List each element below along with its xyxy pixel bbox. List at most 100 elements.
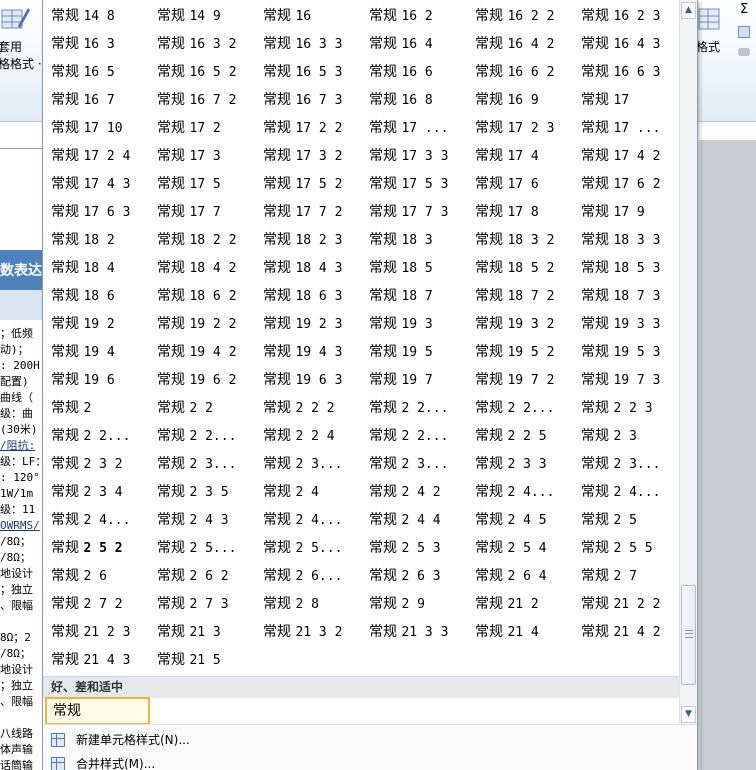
sheet-cell-line[interactable]: 曲线（ xyxy=(0,390,33,406)
style-tile[interactable]: 常规 2 2 4 xyxy=(255,422,361,450)
style-tile[interactable]: 常规 17 2 3 xyxy=(467,114,573,142)
style-tile[interactable]: 常规 17 3 3 xyxy=(361,142,467,170)
sheet-cell-line[interactable]: /阻抗: xyxy=(0,438,35,454)
sheet-cell-line[interactable]: 地设计 xyxy=(0,662,33,678)
style-tile[interactable]: 常规 18 7 3 xyxy=(573,282,679,310)
style-tile[interactable]: 常规 2 xyxy=(43,394,149,422)
style-tile[interactable]: 常规 17 10 xyxy=(43,114,149,142)
style-tile[interactable]: 常规 18 4 xyxy=(43,254,149,282)
style-tile[interactable]: 常规 16 7 2 xyxy=(149,86,255,114)
style-tile[interactable]: 常规 21 5 xyxy=(149,646,255,674)
style-tile[interactable]: 常规 17 4 2 xyxy=(573,142,679,170)
style-tile[interactable]: 常规 17 3 xyxy=(149,142,255,170)
style-tile[interactable]: 常规 16 4 3 xyxy=(573,30,679,58)
style-tile[interactable]: 常规 2 4 3 xyxy=(149,506,255,534)
style-tile[interactable]: 常规 2 2... xyxy=(467,394,573,422)
style-tile[interactable]: 常规 19 3 2 xyxy=(467,310,573,338)
clear-icon[interactable] xyxy=(738,48,750,56)
format-label[interactable]: 格式 xyxy=(696,38,720,55)
style-tile[interactable]: 常规 18 6 2 xyxy=(149,282,255,310)
style-tile[interactable]: 常规 2 4 4 xyxy=(361,506,467,534)
style-tile[interactable]: 常规 17 5 xyxy=(149,170,255,198)
sheet-cell-line[interactable]: : 200H xyxy=(0,358,40,374)
style-tile[interactable]: 常规 2 2... xyxy=(361,422,467,450)
style-tile[interactable]: 常规 16 2 3 xyxy=(573,2,679,30)
style-tile[interactable]: 常规 2 2... xyxy=(361,394,467,422)
style-tile[interactable]: 常规 2 5... xyxy=(149,534,255,562)
style-tile[interactable]: 常规 2 6 2 xyxy=(149,562,255,590)
style-tile[interactable]: 常规 19 7 xyxy=(361,366,467,394)
style-tile[interactable]: 常规 21 4 3 xyxy=(43,646,149,674)
style-tile[interactable]: 常规 2 3... xyxy=(573,450,679,478)
style-tile[interactable]: 常规 18 2 3 xyxy=(255,226,361,254)
sheet-cell-line[interactable]: /8Ω； xyxy=(0,550,31,566)
style-tile[interactable]: 常规 16 xyxy=(255,2,361,30)
style-tile[interactable]: 常规 19 7 3 xyxy=(573,366,679,394)
style-tile[interactable]: 常规 16 7 3 xyxy=(255,86,361,114)
style-tile[interactable]: 常规 2 6 xyxy=(43,562,149,590)
style-tile[interactable]: 常规 17 4 3 xyxy=(43,170,149,198)
style-tile[interactable]: 常规 16 4 2 xyxy=(467,30,573,58)
style-tile[interactable]: 常规 2 4... xyxy=(43,506,149,534)
style-tile[interactable]: 常规 21 4 xyxy=(467,618,573,646)
style-tile[interactable]: 常规 17 2 2 xyxy=(255,114,361,142)
style-tile[interactable]: 常规 21 4 2 xyxy=(573,618,679,646)
style-tile[interactable]: 常规 2 7 xyxy=(573,562,679,590)
style-tile[interactable]: 常规 2 5 4 xyxy=(467,534,573,562)
style-tile[interactable]: 常规 17 6 3 xyxy=(43,198,149,226)
style-tile[interactable]: 常规 2 3... xyxy=(255,450,361,478)
sheet-cell-line[interactable]: 动)； xyxy=(0,342,29,358)
style-tile[interactable]: 常规 17 6 2 xyxy=(573,170,679,198)
style-tile[interactable]: 常规 19 2 2 xyxy=(149,310,255,338)
style-tile[interactable]: 常规 18 4 3 xyxy=(255,254,361,282)
style-tile[interactable]: 常规 17 xyxy=(573,86,679,114)
style-tile[interactable]: 常规 2 6 3 xyxy=(361,562,467,590)
style-tile[interactable]: 常规 19 3 xyxy=(361,310,467,338)
format-as-table-label-1[interactable]: 套用 xyxy=(0,38,22,55)
gallery-scrollbar[interactable]: ▲ ▼ xyxy=(679,0,697,724)
style-tile[interactable]: 常规 16 6 xyxy=(361,58,467,86)
style-tile[interactable]: 常规 2 4 2 xyxy=(361,478,467,506)
style-tile[interactable]: 常规 16 5 xyxy=(43,58,149,86)
style-tile[interactable]: 常规 17 ... xyxy=(573,114,679,142)
sheet-cell-line[interactable]: 级：LF： xyxy=(0,454,46,470)
sheet-cell-line[interactable]: /8Ω； xyxy=(0,646,31,662)
style-tile[interactable]: 常规 2 4... xyxy=(573,478,679,506)
style-tile[interactable]: 常规 16 8 xyxy=(361,86,467,114)
style-tile[interactable]: 常规 14 9 xyxy=(149,2,255,30)
style-tile[interactable]: 常规 17 5 2 xyxy=(255,170,361,198)
style-tile[interactable]: 常规 2 6... xyxy=(255,562,361,590)
style-tile[interactable]: 常规 19 4 3 xyxy=(255,338,361,366)
style-tile[interactable]: 常规 18 2 xyxy=(43,226,149,254)
style-tile[interactable]: 常规 18 3 xyxy=(361,226,467,254)
style-tile[interactable]: 常规 16 6 3 xyxy=(573,58,679,86)
style-tile[interactable]: 常规 2 3 5 xyxy=(149,478,255,506)
style-tile[interactable]: 常规 2 5... xyxy=(255,534,361,562)
style-tile[interactable]: 常规 2 4 xyxy=(255,478,361,506)
sheet-cell-line[interactable]: 配置) xyxy=(0,374,29,390)
style-tile[interactable]: 常规 2 9 xyxy=(361,590,467,618)
style-tile[interactable]: 常规 2 5 3 xyxy=(361,534,467,562)
sheet-cell-line[interactable]: 级：11 xyxy=(0,502,35,518)
style-tile[interactable]: 常规 18 4 2 xyxy=(149,254,255,282)
style-tile[interactable]: 常规 19 6 2 xyxy=(149,366,255,394)
style-tile[interactable]: 常规 21 2 2 xyxy=(573,590,679,618)
style-tile[interactable]: 常规 21 3 xyxy=(149,618,255,646)
style-tile[interactable]: 常规 21 3 2 xyxy=(255,618,361,646)
style-tile[interactable]: 常规 2 2 5 xyxy=(467,422,573,450)
sheet-cell-line[interactable]: ；独立 xyxy=(0,678,33,694)
style-tile[interactable]: 常规 21 2 3 xyxy=(43,618,149,646)
style-tile[interactable]: 常规 2 2... xyxy=(149,422,255,450)
new-cell-style-item[interactable]: 新建单元格样式(N)... xyxy=(43,728,697,752)
style-tile[interactable]: 常规 18 5 2 xyxy=(467,254,573,282)
scroll-thumb[interactable] xyxy=(681,585,696,685)
style-tile[interactable]: 常规 19 4 2 xyxy=(149,338,255,366)
sheet-cell-line[interactable]: 1W/1m xyxy=(0,486,33,502)
style-tile[interactable]: 常规 2 2 2 xyxy=(255,394,361,422)
sheet-cell-line[interactable]: 、限幅 xyxy=(0,598,33,614)
style-tile[interactable]: 常规 18 6 xyxy=(43,282,149,310)
style-tile[interactable]: 常规 21 3 3 xyxy=(361,618,467,646)
style-tile[interactable]: 常规 18 3 2 xyxy=(467,226,573,254)
style-tile[interactable]: 常规 19 7 2 xyxy=(467,366,573,394)
sheet-cell-line[interactable]: 8Ω；2 xyxy=(0,630,31,646)
